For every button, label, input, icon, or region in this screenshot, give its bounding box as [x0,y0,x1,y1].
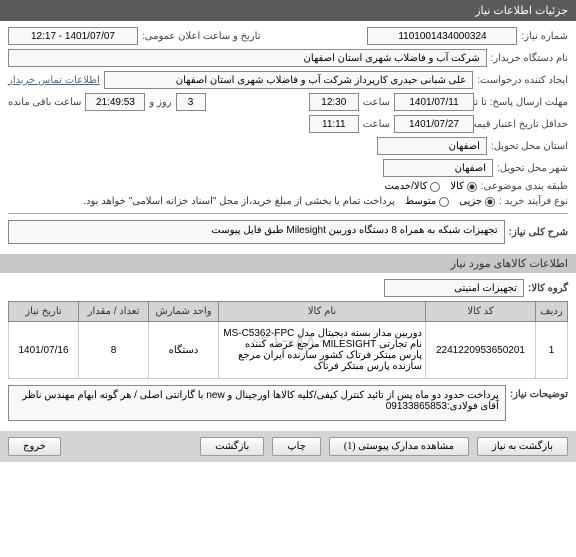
cell-idx: 1 [536,322,568,379]
header-bar: جزئیات اطلاعات نیاز [0,0,576,21]
radio-circle-icon [485,197,495,207]
deadline-time-field: 12:30 [309,93,359,111]
remaining-time-field: 21:49:53 [85,93,145,111]
cell-unit: دستگاه [149,322,219,379]
back-button[interactable]: بازگشت [200,437,264,456]
need-number-label: شماره نیاز: [521,31,568,42]
notes-label: توضیحات نیاز: [510,385,568,400]
announce-label: تاریخ و ساعت اعلان عمومی: [142,31,261,42]
items-table: ردیف کد کالا نام کالا واحد شمارش تعداد /… [8,301,568,379]
radio-circle-icon [439,197,449,207]
need-number-field: 1101001434000324 [367,27,517,45]
exit-button[interactable]: خروج [8,437,61,456]
cell-code: 2241220953650201 [426,322,536,379]
process-label: نوع فرآیند خرید : [499,196,568,207]
cell-name: دوربین مدار بسته دیجیتال مدل MS-C5362-FP… [219,322,426,379]
items-section-title: اطلاعات کالاهای مورد نیاز [451,258,568,270]
items-table-wrap: ردیف کد کالا نام کالا واحد شمارش تعداد /… [8,301,568,379]
th-unit: واحد شمارش [149,302,219,322]
time-label-2: ساعت [363,119,390,130]
radio-service-label: کالا/خدمت [384,181,427,192]
deadline-label: مهلت ارسال پاسخ: تا تاریخ: [478,97,568,108]
cell-date: 1401/07/16 [9,322,79,379]
buyer-field: شرکت آب و فاضلاب شهری استان اصفهان [8,49,487,67]
process-radio-group: جزیی متوسط [405,196,495,207]
th-name: نام کالا [219,302,426,322]
radio-kala[interactable]: کالا [450,181,477,192]
validity-date-field: 1401/07/27 [394,115,474,133]
radio-circle-icon [430,182,440,192]
contact-link[interactable]: اطلاعات تماس خریدار [8,75,100,86]
validity-label: حداقل تاریخ اعتبار قیمت: تا تاریخ: [478,119,568,130]
announce-field: 1401/07/07 - 12:17 [8,27,138,45]
return-to-need-button[interactable]: بازگشت به نیاز [477,437,568,456]
table-row: 1 2241220953650201 دوربین مدار بسته دیجی… [9,322,568,379]
radio-medium[interactable]: متوسط [405,196,449,207]
city-label: شهر محل تحویل: [497,163,568,174]
payment-note: پرداخت تمام یا بخشی از مبلغ خرید،از محل … [83,196,395,207]
group-field: تجهیزات امنیتی [384,279,524,297]
form-body: شماره نیاز: 1101001434000324 تاریخ و ساع… [0,21,576,254]
remaining-label: ساعت باقی مانده [8,97,81,108]
desc-title: شرح کلی نیاز: [509,227,568,238]
requester-label: ایجاد کننده درخواست: [477,75,568,86]
desc-box: تجهیزات شبکه به همراه 8 دستگاه دوربین Mi… [8,220,505,244]
table-header-row: ردیف کد کالا نام کالا واحد شمارش تعداد /… [9,302,568,322]
city-field: اصفهان [383,159,493,177]
cell-qty: 8 [79,322,149,379]
radio-partial-label: جزیی [459,196,482,207]
print-button[interactable]: چاپ [272,437,321,456]
radio-service[interactable]: کالا/خدمت [384,181,440,192]
time-label-1: ساعت [363,97,390,108]
header-title: جزئیات اطلاعات نیاز [475,5,568,17]
requester-field: علی شبانی حیدری کارپرداز شرکت آب و فاضلا… [104,71,473,89]
radio-medium-label: متوسط [405,196,436,207]
deadline-date-field: 1401/07/11 [394,93,474,111]
th-row: ردیف [536,302,568,322]
grouping-label: طبقه بندی موضوعی: [481,181,568,192]
days-field: 3 [176,93,206,111]
validity-time-field: 11:11 [309,115,359,133]
buyer-label: نام دستگاه خریدار: [491,53,568,64]
grouping-radio-group: کالا کالا/خدمت [384,181,476,192]
th-code: کد کالا [426,302,536,322]
th-date: تاریخ نیاز [9,302,79,322]
notes-box: پرداخت حدود دو ماه پس از تائید کنترل کیف… [8,385,506,421]
province-field: اصفهان [377,137,487,155]
items-body: گروه کالا: تجهیزات امنیتی ردیف کد کالا ن… [0,273,576,431]
items-section-bar: اطلاعات کالاهای مورد نیاز [0,254,576,273]
radio-kala-label: کالا [450,181,464,192]
th-qty: تعداد / مقدار [79,302,149,322]
attachments-button[interactable]: مشاهده مدارک پیوستی (1) [329,437,469,456]
footer-bar: بازگشت به نیاز مشاهده مدارک پیوستی (1) چ… [0,431,576,462]
radio-partial[interactable]: جزیی [459,196,495,207]
divider [8,213,568,214]
days-and-label: روز و [149,97,171,108]
radio-circle-icon [467,182,477,192]
province-label: استان محل تحویل: [491,141,568,152]
group-label: گروه کالا: [528,283,568,294]
